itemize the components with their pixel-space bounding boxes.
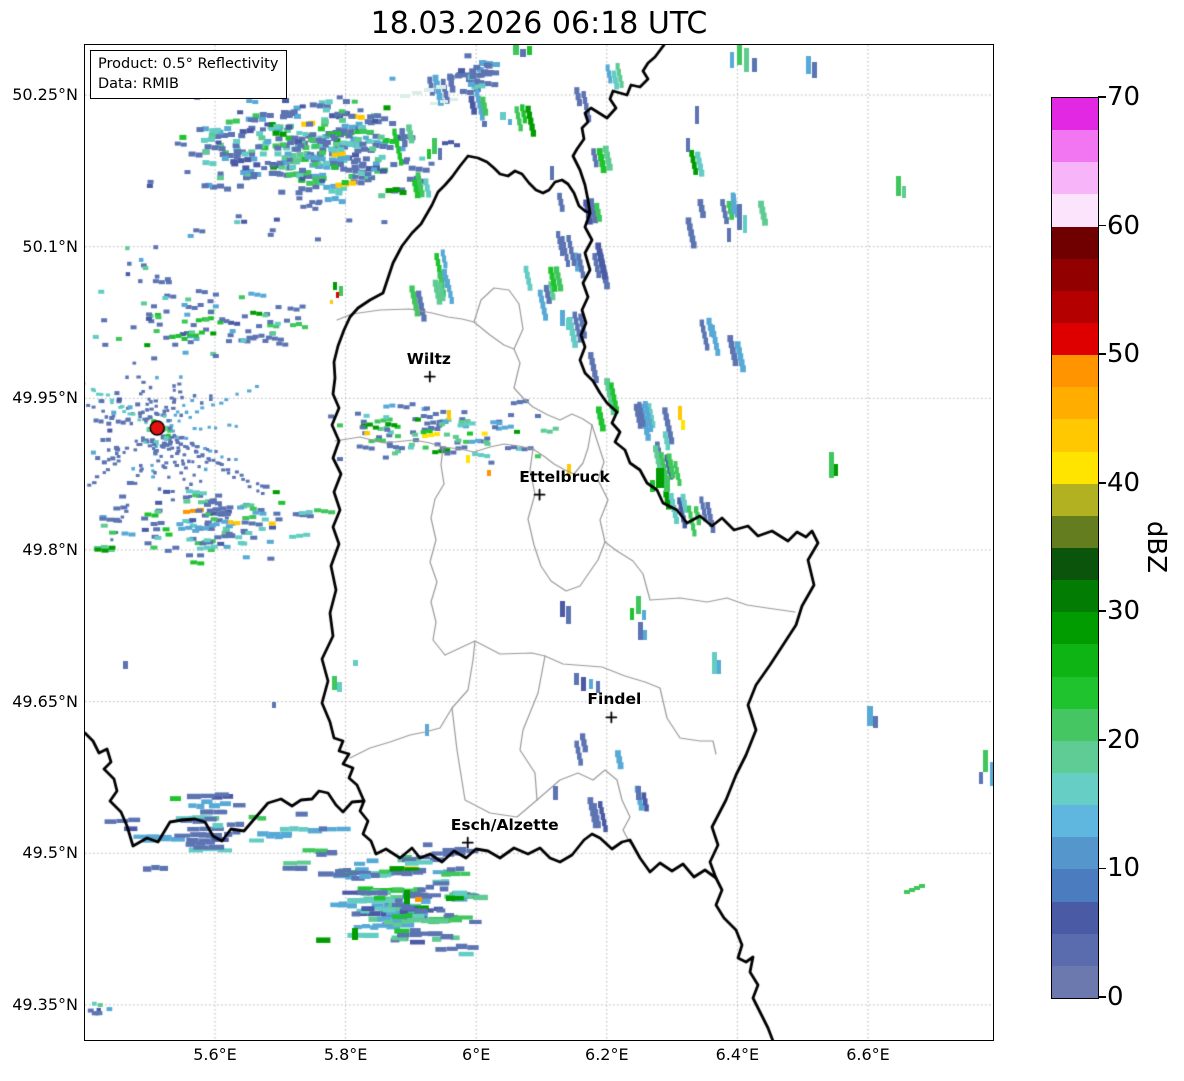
colorbar-segment — [1052, 355, 1098, 388]
product-line: Product: 0.5° Reflectivity — [98, 56, 279, 72]
y-tick-label: 49.35°N — [12, 994, 78, 1014]
colorbar-tick-label: 30 — [1107, 596, 1141, 627]
x-tick-label: 6.4°E — [715, 1045, 760, 1064]
colorbar-segment — [1052, 451, 1098, 484]
colorbar-tick-mark — [1098, 224, 1106, 227]
colorbar-tick-label: 10 — [1107, 853, 1141, 884]
colorbar-segment — [1052, 515, 1098, 548]
colorbar-segment — [1052, 226, 1098, 259]
city-label-esch-alzette: Esch/Alzette — [450, 815, 559, 834]
colorbar-segment — [1052, 805, 1098, 838]
colorbar-tick-mark — [1098, 96, 1106, 98]
colorbar-segment — [1052, 740, 1098, 773]
y-tick-label: 49.95°N — [12, 388, 78, 408]
colorbar-segment — [1052, 162, 1098, 195]
colorbar-segment — [1052, 547, 1098, 581]
x-tick-label: 6°E — [462, 1045, 491, 1064]
colorbar-tick-mark — [1098, 738, 1106, 741]
radar-figure: 18.03.2026 06:18 UTC Product: 0.5° Refle… — [0, 0, 1184, 1081]
colorbar-segment — [1052, 419, 1098, 452]
colorbar-segment — [1052, 483, 1098, 516]
y-tick-label: 50.25°N — [12, 85, 78, 104]
colorbar-segment — [1052, 676, 1098, 709]
colorbar-segment — [1052, 580, 1098, 613]
x-tick-label: 5.8°E — [323, 1045, 368, 1064]
colorbar-tick-mark — [1098, 610, 1106, 613]
colorbar-tick-label: 70 — [1107, 82, 1141, 112]
colorbar-tick-mark — [1098, 867, 1106, 870]
y-tick-label: 49.65°N — [12, 691, 78, 711]
city-label-findel: Findel — [587, 690, 642, 709]
city-label-ettelbruck: Ettelbruck — [519, 467, 610, 486]
colorbar-segment — [1052, 258, 1098, 291]
colorbar-segment — [1052, 98, 1098, 131]
colorbar-gradient — [1051, 97, 1099, 999]
y-tick-label: 49.5°N — [22, 843, 78, 863]
colorbar-tick-label: 60 — [1107, 210, 1141, 241]
plot-title: 18.03.2026 06:18 UTC — [370, 6, 708, 41]
colorbar-tick-mark — [1098, 481, 1106, 484]
colorbar-segment — [1052, 901, 1098, 934]
colorbar-segment — [1052, 387, 1098, 420]
colorbar-tick-mark — [1098, 996, 1106, 998]
x-tick-label: 5.6°E — [193, 1045, 237, 1064]
colorbar-segment — [1052, 772, 1098, 806]
colorbar-segment — [1052, 612, 1098, 645]
product-annotation-box: Product: 0.5° Reflectivity Data: RMIB — [90, 50, 288, 99]
colorbar-segment — [1052, 130, 1098, 163]
colorbar-segment — [1052, 644, 1098, 677]
colorbar-segment — [1052, 869, 1098, 902]
x-tick-label: 6.6°E — [846, 1045, 890, 1064]
colorbar-segment — [1052, 965, 1098, 998]
data-source-line: Data: RMIB — [98, 76, 179, 92]
colorbar-segment — [1052, 933, 1098, 966]
colorbar-tick-mark — [1098, 353, 1106, 356]
colorbar-segment — [1052, 837, 1098, 870]
colorbar-tick-label: 20 — [1107, 724, 1141, 755]
colorbar-label: dBZ — [1141, 520, 1171, 574]
map-canvas — [85, 45, 993, 1040]
map-plot-area: Product: 0.5° Reflectivity Data: RMIB Wi… — [84, 44, 994, 1041]
city-label-wiltz: Wiltz — [406, 349, 451, 368]
colorbar-tick-label: 40 — [1107, 467, 1141, 498]
colorbar-tick-label: 0 — [1107, 982, 1124, 1012]
x-tick-label: 6.2°E — [585, 1045, 629, 1064]
y-tick-label: 49.8°N — [22, 539, 78, 559]
colorbar-segment — [1052, 322, 1098, 356]
colorbar-tick-label: 50 — [1107, 339, 1141, 370]
colorbar-segment — [1052, 290, 1098, 323]
y-tick-label: 50.1°N — [22, 236, 78, 256]
colorbar-segment — [1052, 708, 1098, 741]
colorbar-segment — [1052, 194, 1098, 227]
